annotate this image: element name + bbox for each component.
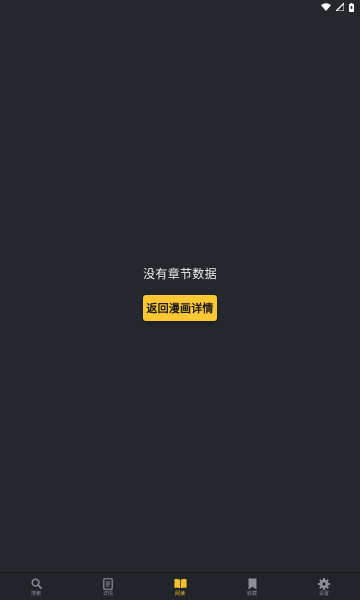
nav-label-search: 搜索: [30, 591, 41, 597]
empty-message: 没有章节数据: [143, 267, 217, 281]
status-icons: [321, 2, 354, 12]
bookmark-icon: [246, 577, 259, 590]
back-to-comic-details-button[interactable]: 返回漫画详情: [143, 295, 217, 321]
nav-item-favorites[interactable]: 收藏: [216, 573, 288, 600]
signal-icon: [336, 3, 344, 11]
nav-item-settings[interactable]: 设置: [288, 573, 360, 600]
nav-label-favorites: 收藏: [246, 591, 257, 597]
bottom-navigation: 搜索 详情 阅读 收藏 设置: [0, 572, 360, 600]
nav-item-search[interactable]: 搜索: [0, 573, 72, 600]
search-icon: [30, 577, 43, 590]
status-bar: [0, 0, 360, 14]
nav-label-read: 阅读: [174, 591, 185, 597]
nav-label-settings: 设置: [318, 591, 329, 597]
book-icon: [173, 577, 187, 590]
empty-state: 没有章节数据 返回漫画详情: [0, 266, 360, 321]
document-icon: [102, 577, 115, 590]
app-screen: 没有章节数据 返回漫画详情 搜索 详情 阅读 收藏 设置: [0, 0, 360, 600]
nav-item-details[interactable]: 详情: [72, 573, 144, 600]
nav-item-read[interactable]: 阅读: [144, 573, 216, 600]
gear-icon: [318, 577, 331, 590]
battery-icon: [349, 2, 354, 12]
nav-label-details: 详情: [102, 591, 113, 597]
wifi-icon: [321, 3, 331, 11]
